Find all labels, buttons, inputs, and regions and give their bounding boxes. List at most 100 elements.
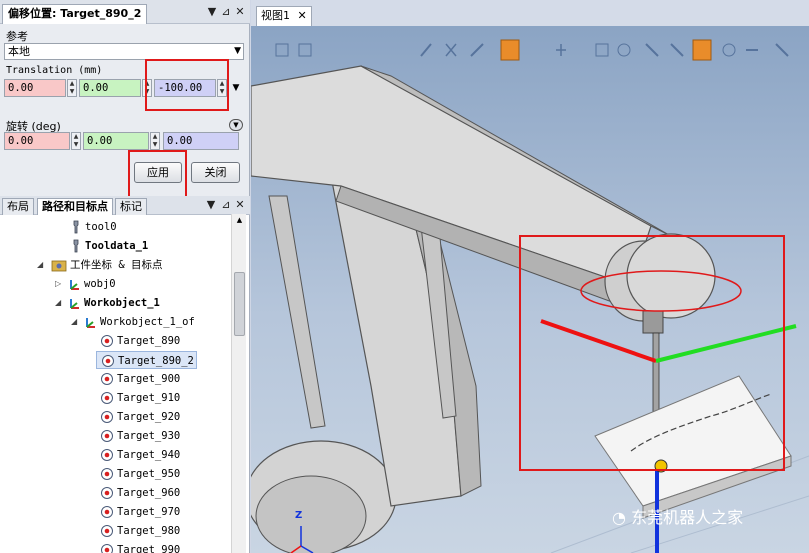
- snap-center-icon[interactable]: [722, 43, 736, 57]
- target-icon: [102, 355, 114, 367]
- tree-item-label: Target_980: [117, 525, 181, 537]
- translation-z-stepper[interactable]: ▲ ▼: [217, 79, 227, 97]
- translation-x-field[interactable]: 0.00: [4, 79, 66, 97]
- tree-item-label: Target_950: [117, 468, 181, 480]
- tree-item-target[interactable]: Target_960: [100, 484, 180, 502]
- tree-item-target[interactable]: Target_890: [100, 332, 180, 350]
- tool-icon: [73, 220, 79, 234]
- rotation-x-stepper[interactable]: ▲ ▼: [71, 132, 81, 150]
- snap-icon[interactable]: [298, 43, 312, 57]
- tab-paths-targets[interactable]: 路径和目标点: [37, 198, 113, 215]
- reference-value: 本地: [8, 45, 30, 58]
- pin-icon[interactable]: ⊿: [219, 5, 233, 19]
- 3d-viewport[interactable]: Z: [251, 26, 809, 553]
- reference-select[interactable]: 本地 ▼: [4, 43, 244, 60]
- view-tabbar: 视图1 ✕: [251, 0, 809, 26]
- translation-y-stepper[interactable]: ▲ ▼: [142, 79, 152, 97]
- target-icon: [101, 430, 113, 442]
- tree-item-target[interactable]: Target_900: [100, 370, 180, 388]
- tree-item-workobjects-targets[interactable]: ◢ 工件坐标 & 目标点: [37, 256, 162, 274]
- pin-icon[interactable]: ⊿: [219, 198, 233, 212]
- target-icon: [101, 525, 113, 537]
- snap-object-icon[interactable]: [692, 39, 712, 61]
- tree-item-label: Target_940: [117, 449, 181, 461]
- target-icon: [101, 506, 113, 518]
- tab-markup[interactable]: 标记: [115, 198, 147, 215]
- view-tab-label: 视图1: [261, 9, 290, 22]
- tree-item-target[interactable]: Target_940: [100, 446, 180, 464]
- axis-z-label: Z: [295, 510, 303, 521]
- tree-item-label: Target_970: [117, 506, 181, 518]
- collapse-icon[interactable]: ▼: [229, 119, 243, 131]
- close-icon[interactable]: ✕: [298, 9, 307, 22]
- tree-item-wobj0[interactable]: ▷ wobj0: [55, 275, 116, 293]
- view-panel: 视图1 ✕ Z: [251, 0, 809, 553]
- tree-item-target[interactable]: Target_920: [100, 408, 180, 426]
- target-icon: [101, 411, 113, 423]
- tool-icon: [73, 239, 79, 253]
- snap-mid-icon[interactable]: [645, 43, 659, 57]
- circle-icon[interactable]: [617, 43, 631, 57]
- tree-item-target[interactable]: Target_890_2: [96, 351, 197, 369]
- expand-icon[interactable]: ◢: [55, 294, 61, 312]
- apply-button[interactable]: 应用: [134, 162, 182, 183]
- dropdown-icon[interactable]: ▼: [204, 198, 218, 212]
- tree-item-target[interactable]: Target_910: [100, 389, 180, 407]
- frame-icon: [86, 317, 95, 328]
- tree-scrollbar[interactable]: ▲: [231, 214, 246, 553]
- tree-item-label: Target_910: [117, 392, 181, 404]
- grid-icon[interactable]: [595, 43, 609, 57]
- tree-item-label: Target_900: [117, 373, 181, 385]
- translation-x-stepper[interactable]: ▲ ▼: [67, 79, 77, 97]
- tree-item-tooldata-1[interactable]: Tooldata_1: [70, 237, 148, 255]
- tree-item-target[interactable]: Target_980: [100, 522, 180, 540]
- dropdown-icon[interactable]: ▼: [205, 5, 219, 19]
- close-icon[interactable]: ✕: [233, 5, 247, 19]
- tree-item-label: Target_990: [117, 544, 181, 553]
- rotation-y-stepper[interactable]: ▲ ▼: [150, 132, 160, 150]
- frame-tool-icon[interactable]: [500, 39, 520, 61]
- translation-y-field[interactable]: 0.00: [79, 79, 141, 97]
- folder-icon: [51, 260, 67, 271]
- snap-edge-icon[interactable]: [445, 43, 457, 57]
- translation-dropdown-icon[interactable]: ▼: [229, 79, 243, 97]
- expand-icon[interactable]: ◢: [71, 313, 77, 331]
- tree-item-target[interactable]: Target_990: [100, 541, 180, 553]
- tree-item-target[interactable]: Target_970: [100, 503, 180, 521]
- offset-position-panel: 偏移位置: Target_890_2 ▼ ⊿ ✕ 参考 本地 ▼ Transla…: [0, 0, 250, 200]
- snap-grid-icon[interactable]: [775, 43, 789, 57]
- snap-line-icon[interactable]: [470, 43, 484, 57]
- tree-item-workobject-1[interactable]: ◢ Workobject_1: [55, 294, 160, 312]
- target-icon: [101, 544, 113, 553]
- rotation-z-field[interactable]: 0.00: [163, 132, 239, 150]
- measure-icon[interactable]: [420, 43, 432, 57]
- target-icon: [101, 335, 113, 347]
- select-icon[interactable]: [275, 43, 289, 57]
- move-icon[interactable]: [556, 44, 566, 56]
- collapse-arrow-icon[interactable]: ▷: [55, 275, 61, 293]
- expand-icon[interactable]: ◢: [37, 256, 43, 274]
- tree-item-workobject-1-of[interactable]: ◢ Workobject_1_of: [71, 313, 195, 331]
- panel-titlebar: 偏移位置: Target_890_2 ▼ ⊿ ✕: [0, 0, 250, 24]
- tree-item-tool0[interactable]: tool0: [70, 218, 117, 236]
- close-icon[interactable]: ✕: [233, 198, 247, 212]
- tab-layout[interactable]: 布局: [2, 198, 34, 215]
- wechat-icon: ◔: [612, 508, 626, 527]
- scroll-thumb[interactable]: [234, 272, 245, 336]
- panel-title[interactable]: 偏移位置: Target_890_2: [2, 4, 148, 24]
- rotation-x-field[interactable]: 0.00: [4, 132, 70, 150]
- translation-z-field[interactable]: -100.00: [154, 79, 216, 97]
- tab-view1[interactable]: 视图1 ✕: [256, 6, 312, 26]
- rotation-y-field[interactable]: 0.00: [83, 132, 149, 150]
- target-icon: [101, 468, 113, 480]
- watermark-left: ✿ 大数跨境: [8, 530, 81, 546]
- tree-item-target[interactable]: Target_950: [100, 465, 180, 483]
- robot-scene: [251, 39, 809, 553]
- panel-tabbar: 布局 路径和目标点 标记 ▼ ⊿ ✕: [0, 196, 250, 215]
- snap-end-icon[interactable]: [670, 43, 684, 57]
- close-button[interactable]: 关闭: [191, 162, 240, 183]
- translation-label: Translation (mm): [6, 65, 103, 76]
- scroll-up-icon[interactable]: ▲: [232, 216, 247, 224]
- tree-item-target[interactable]: Target_930: [100, 427, 180, 445]
- tree-item-label: Target_920: [117, 411, 181, 423]
